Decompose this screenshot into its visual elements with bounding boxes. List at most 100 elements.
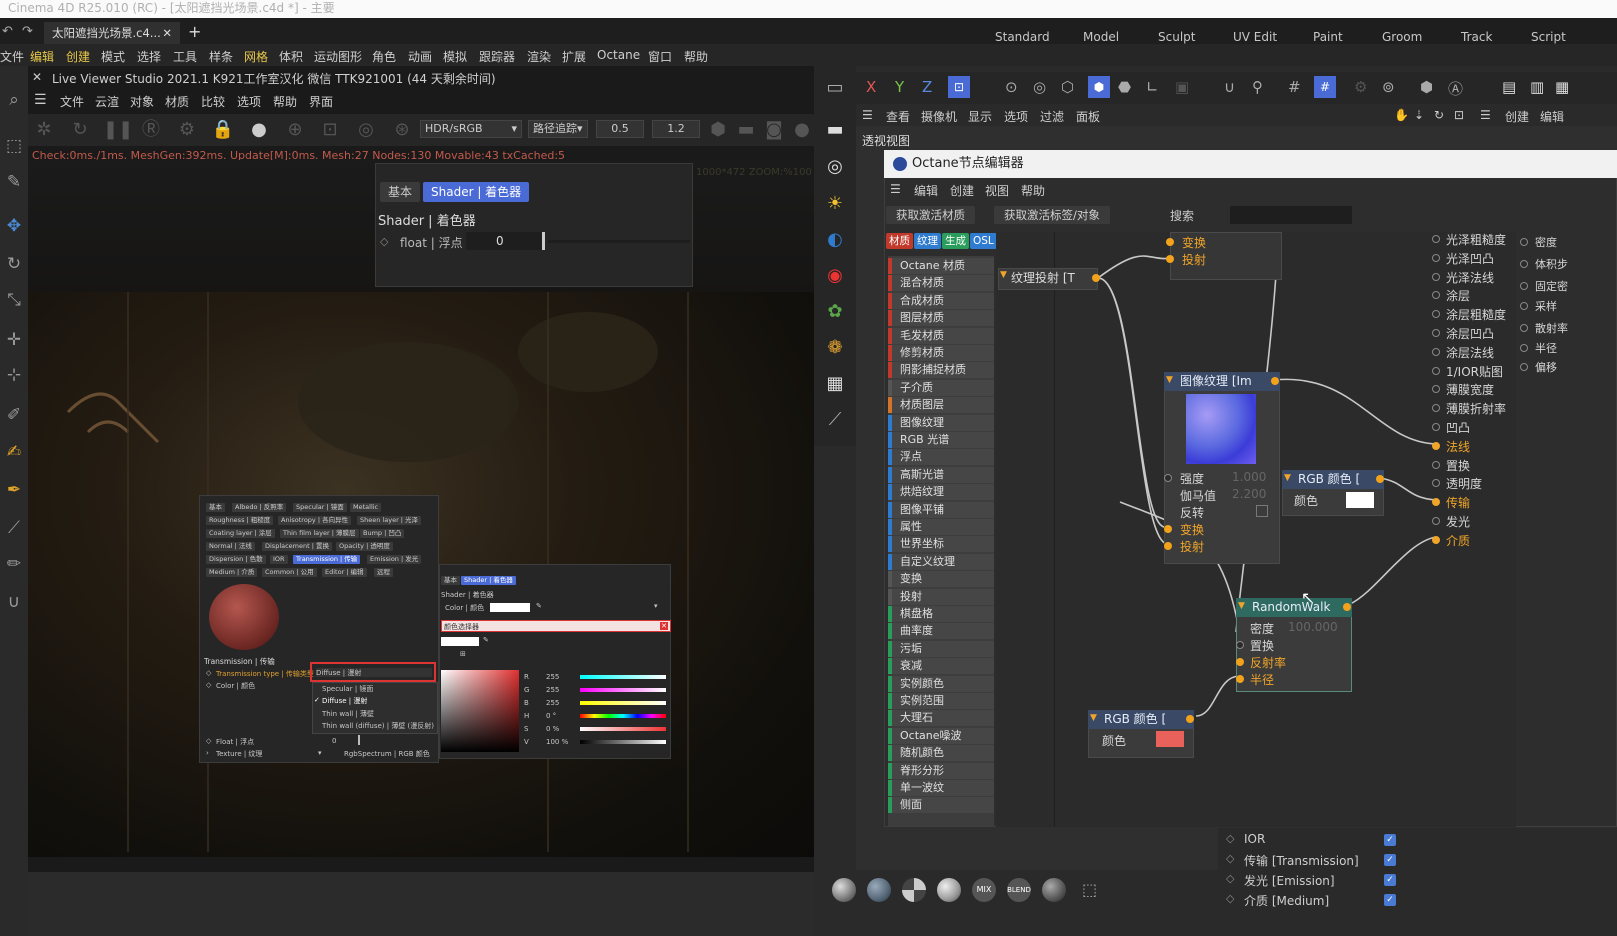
snap-icon[interactable]: ∪ <box>1224 78 1235 96</box>
brush-tool-icon[interactable]: ✐ <box>4 405 24 425</box>
grid-snap-icon[interactable]: # <box>1288 78 1301 96</box>
sun-icon[interactable]: ☀ <box>823 192 847 216</box>
select-tool-icon[interactable]: ⬚ <box>4 136 24 156</box>
vp-menu-camera[interactable]: 摄像机 <box>921 108 957 125</box>
axis-z-toggle[interactable]: Z <box>922 78 932 96</box>
material-slot-pin[interactable] <box>1432 235 1440 243</box>
category-tab[interactable]: 材质 <box>886 233 913 249</box>
node-list-item[interactable]: 单一波纹 <box>888 780 994 796</box>
panel-icon[interactable]: ▭ <box>823 76 847 100</box>
kernel-select[interactable]: 路径追踪▾ <box>528 120 588 138</box>
node-list-item[interactable]: 实例颜色 <box>888 675 994 692</box>
menu-octane[interactable]: Octane <box>597 48 640 62</box>
ne-menu-help[interactable]: 帮助 <box>1021 182 1045 199</box>
attr-menu-create[interactable]: 创建 <box>1505 108 1529 125</box>
layout-script[interactable]: Script <box>1531 30 1566 44</box>
node-list-item[interactable]: RGB 光谱 <box>888 432 994 448</box>
radius-pin[interactable] <box>1236 675 1244 683</box>
color-swatch-white[interactable] <box>490 603 530 612</box>
color-tab-shader[interactable]: Shader | 着色器 <box>461 576 516 585</box>
transform-tool-icon[interactable]: ✛ <box>4 330 24 350</box>
camera-icon[interactable]: ◙ <box>762 118 786 142</box>
category-tab[interactable]: 纹理 <box>914 233 941 249</box>
default-material-icon[interactable] <box>832 878 856 902</box>
float-slider-track[interactable] <box>548 240 690 243</box>
float-slider-handle[interactable] <box>542 232 545 250</box>
film-icon[interactable]: ▬ <box>734 118 758 142</box>
material-slot-pin[interactable] <box>1432 347 1440 356</box>
layout-icon[interactable]: ⊡ <box>1454 108 1464 122</box>
node-list-item[interactable]: 子介质 <box>888 379 994 396</box>
node-list-item[interactable]: 曲率度 <box>888 623 994 640</box>
node-list-item[interactable]: 毛发材质 <box>888 327 994 344</box>
node-list-item[interactable]: 图层材质 <box>888 310 994 327</box>
medium-slot-pin[interactable] <box>1520 344 1528 352</box>
lock-plane-icon[interactable]: ⚙ <box>1354 78 1367 96</box>
close-picker-icon[interactable]: ✕ <box>660 622 668 630</box>
random-walk-out-pin[interactable] <box>1343 603 1351 611</box>
tab-shader[interactable]: Shader | 着色器 <box>423 182 530 202</box>
img-projection-pin[interactable] <box>1164 542 1172 550</box>
layer-material-icon[interactable] <box>1042 878 1066 902</box>
circle-icon[interactable]: ● <box>790 118 814 142</box>
close-viewer-icon[interactable]: ✕ <box>32 70 42 84</box>
menu-edit[interactable]: 编辑 <box>30 48 54 65</box>
axis-mode-icon[interactable]: ∟ <box>1146 78 1159 96</box>
color-row-value[interactable]: 0 % <box>546 725 559 733</box>
document-tab[interactable]: 太阳遮挡光场景.c4... ✕ <box>44 22 180 44</box>
mat-tab-specular[interactable]: Specular | 镜面 <box>293 503 347 512</box>
lv-menu-ui[interactable]: 界面 <box>309 93 333 110</box>
axis-x-toggle[interactable]: X <box>866 78 876 96</box>
collapse-triangle-icon[interactable]: ▼ <box>1166 375 1173 385</box>
node-list-item[interactable]: Octane 材质 <box>888 258 994 274</box>
sketch-tool-icon[interactable]: ✏ <box>4 554 24 574</box>
node-list-item[interactable]: 衰减 <box>888 658 994 675</box>
move-tool-icon[interactable]: ✥ <box>4 216 24 236</box>
color-row-value[interactable]: 0 ° <box>546 712 556 720</box>
node-list-item[interactable]: 污垢 <box>888 640 994 657</box>
clapper-settings-icon[interactable]: ▦ <box>1555 78 1569 96</box>
add-icon[interactable]: ⊕ <box>283 118 307 142</box>
menu-mesh[interactable]: 网格 <box>244 48 268 65</box>
value-a-field[interactable]: 0.5 <box>596 120 644 138</box>
node-list-item[interactable]: 阴影捕捉材质 <box>888 362 994 379</box>
attribute-checkbox[interactable]: ✓ <box>1384 834 1396 846</box>
axis-tool-icon[interactable]: ⊹ <box>4 365 24 385</box>
lv-menu-object[interactable]: 对象 <box>130 93 154 110</box>
rgb-white-out-pin[interactable] <box>1376 475 1384 483</box>
gamma-value[interactable]: 2.200 <box>1232 487 1266 501</box>
keyframe-diamond-icon[interactable]: ◇ <box>1226 872 1234 885</box>
color-saturation-square[interactable] <box>441 670 519 752</box>
node-list-item[interactable]: 烘焙纹理 <box>888 484 994 501</box>
polygons-mode-icon[interactable]: ⬡ <box>1061 78 1074 96</box>
checker-material-icon[interactable] <box>902 878 926 902</box>
color-row-slider[interactable] <box>580 688 666 692</box>
mat-tab-opacity[interactable]: Opacity | 透明度 <box>336 542 393 551</box>
float-field-value[interactable]: 0 <box>332 737 336 745</box>
live-select-icon[interactable]: ✎ <box>4 172 24 192</box>
rgb-white-swatch[interactable] <box>1346 492 1374 508</box>
material-ball-icon[interactable]: ● <box>247 118 271 142</box>
eyedropper-icon[interactable]: ✎ <box>536 602 542 610</box>
medium-slot-pin[interactable] <box>1520 260 1528 268</box>
picker-icon[interactable]: ⊡ <box>318 118 342 142</box>
layout-groom[interactable]: Groom <box>1382 30 1422 44</box>
scatter-icon[interactable]: ✿ <box>823 300 847 324</box>
tab-basic[interactable]: 基本 <box>380 182 421 202</box>
material-slot-pin[interactable] <box>1432 423 1440 431</box>
mat-tab-thinfilm[interactable]: Thin film layer | 薄膜层 <box>280 529 359 538</box>
node-list-item[interactable]: 侧面 <box>888 797 994 814</box>
spline-icon[interactable]: ⟋ <box>823 408 847 432</box>
color-row-slider[interactable] <box>580 675 666 679</box>
color-tab-basic[interactable]: 基本 <box>441 576 460 585</box>
category-tab[interactable]: OSL <box>970 233 997 249</box>
vp-menu-options[interactable]: 选项 <box>1004 108 1028 125</box>
region-render-icon[interactable]: Ⓡ <box>139 118 163 142</box>
get-active-material-button[interactable]: 获取激活材质 <box>886 206 975 224</box>
lock-icon[interactable]: 🔒 <box>211 118 235 142</box>
layout-uv-edit[interactable]: UV Edit <box>1233 30 1277 44</box>
color-row-slider[interactable] <box>580 701 666 705</box>
get-active-tag-button[interactable]: 获取激活标签/对象 <box>994 206 1110 224</box>
chevron-down-icon[interactable]: ▾ <box>654 602 658 610</box>
clapper-play-icon[interactable]: ▥ <box>1530 78 1544 96</box>
